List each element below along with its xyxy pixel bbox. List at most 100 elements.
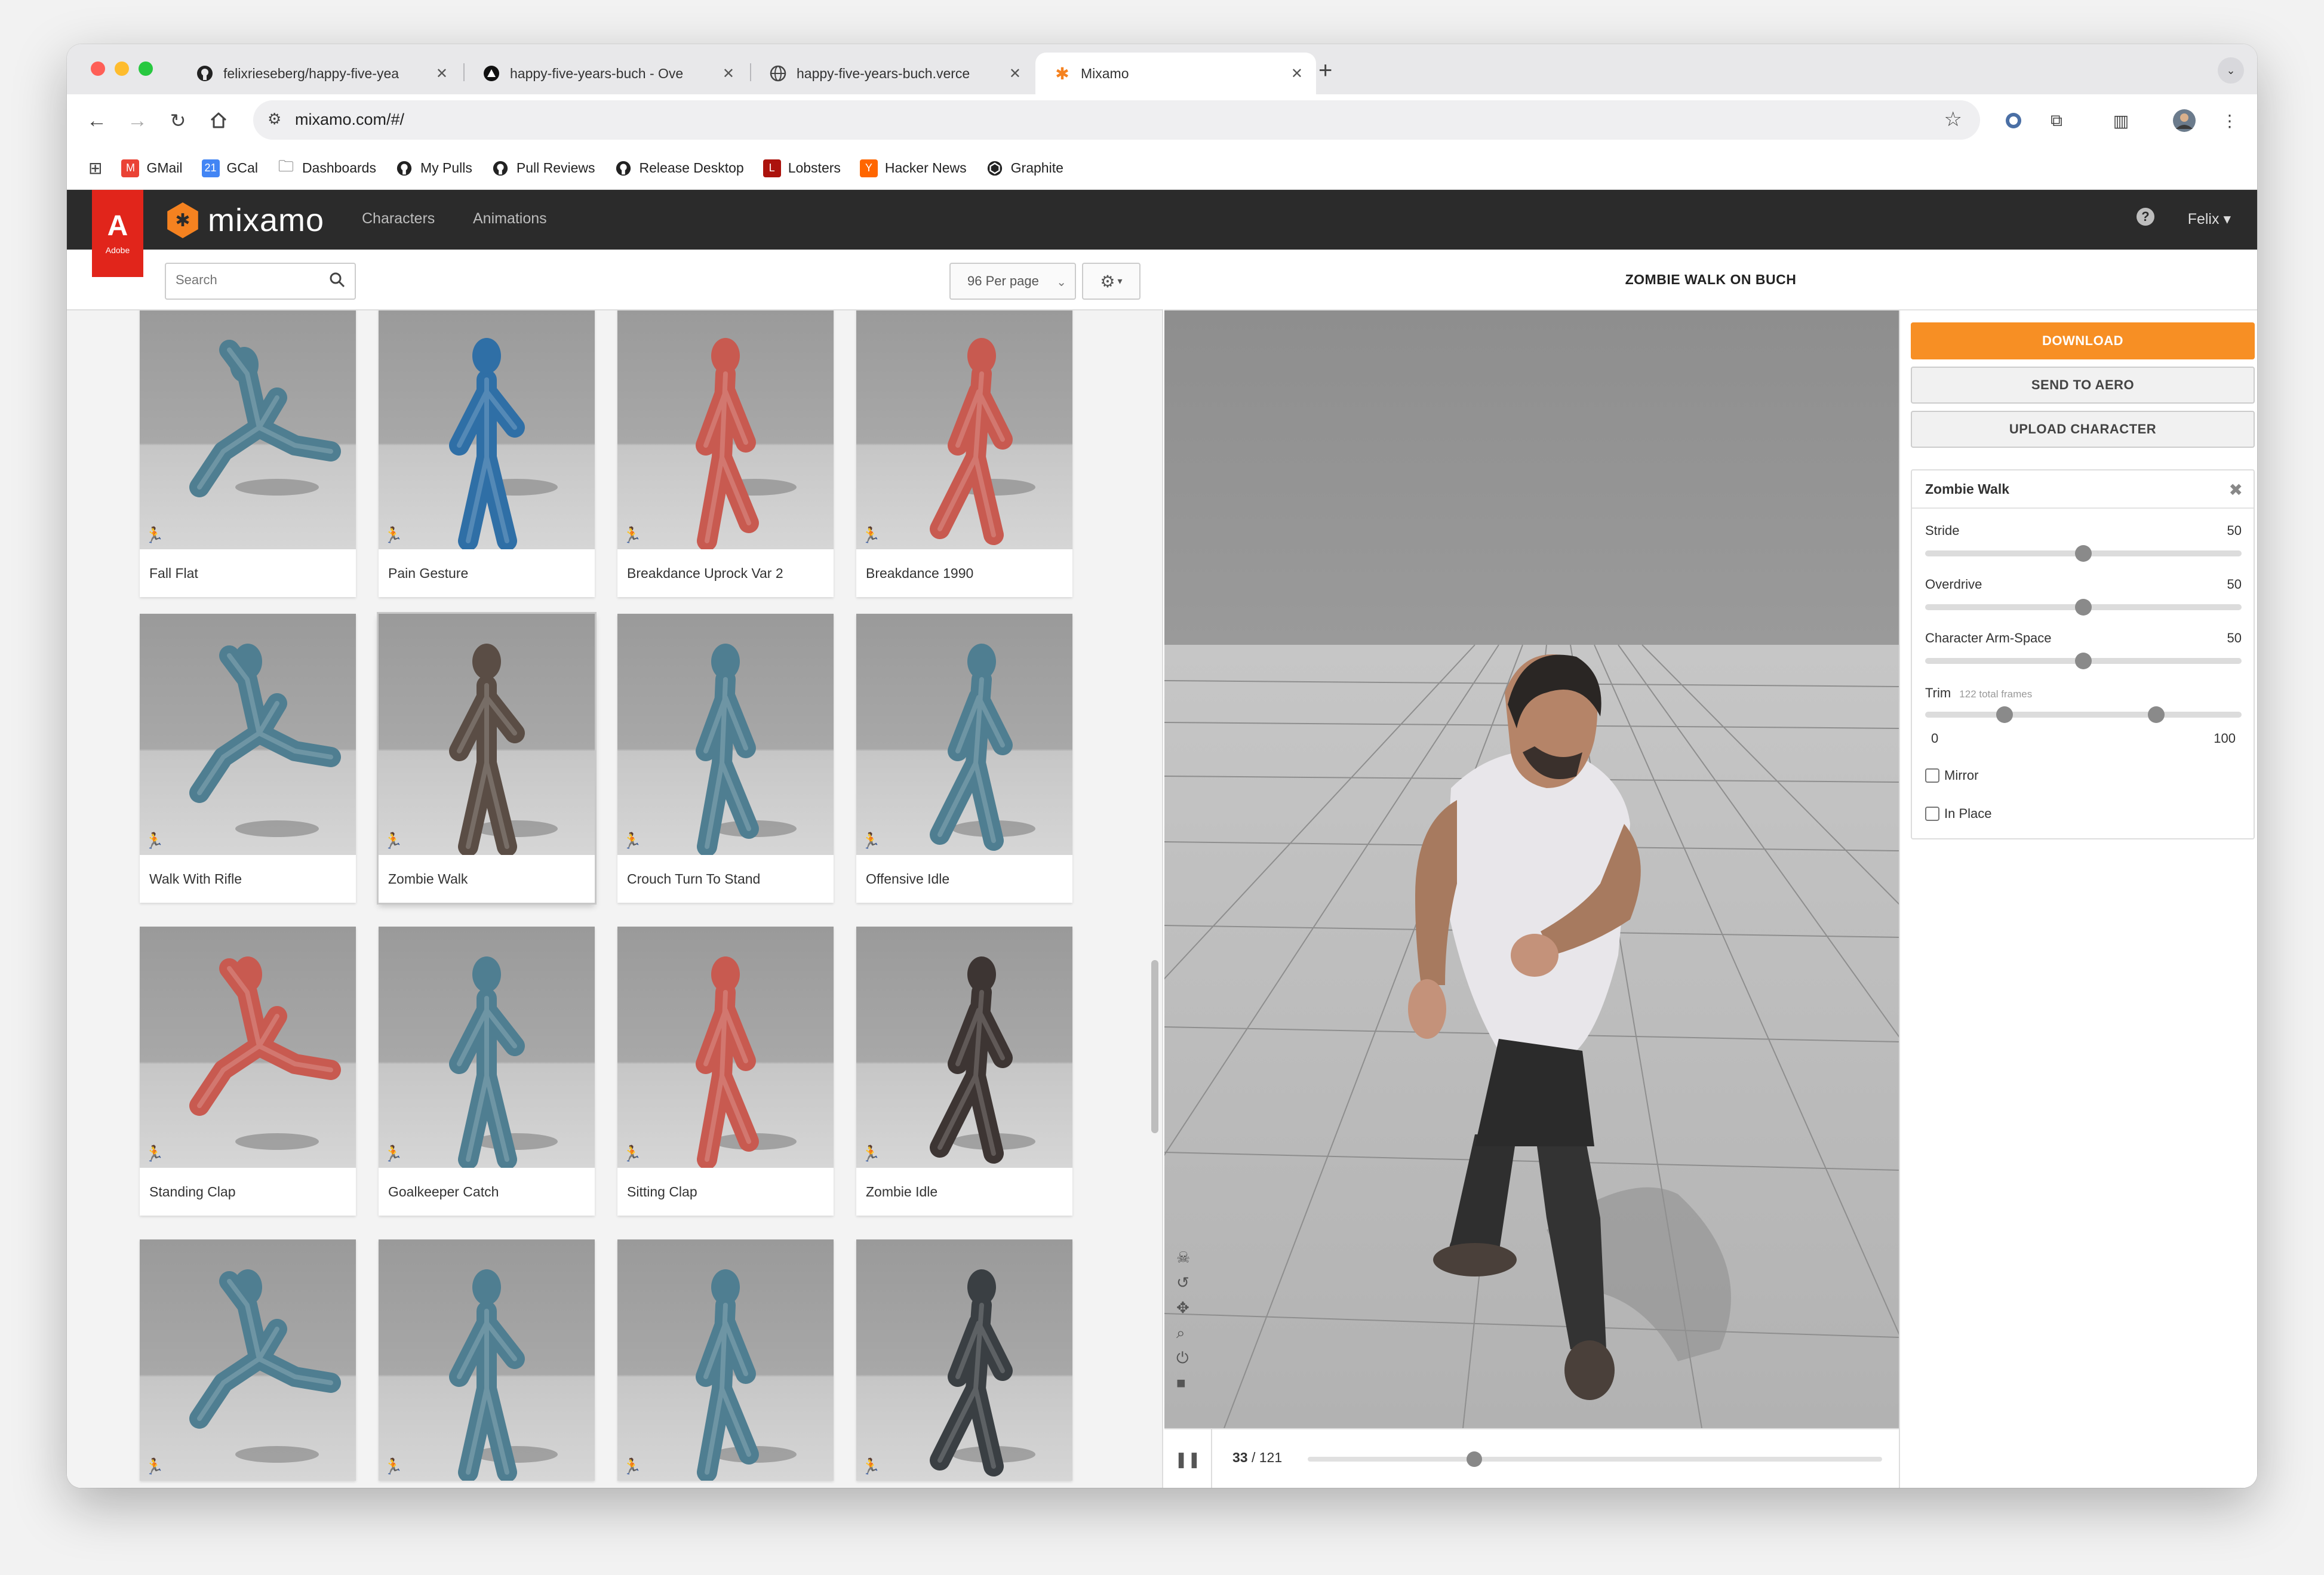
bookmark-dashboards[interactable]: 🗀 Dashboards [277, 157, 376, 177]
nav-characters[interactable]: Characters [362, 210, 435, 227]
download-button[interactable]: DOWNLOAD [1911, 322, 2255, 359]
home-button[interactable] [203, 105, 234, 136]
close-tab-icon[interactable]: ✕ [1009, 65, 1021, 82]
stride-slider[interactable] [1925, 545, 2242, 562]
trim-start-handle[interactable] [1996, 706, 2013, 723]
trim-end-handle[interactable] [2147, 706, 2165, 723]
bookmark-graphite[interactable]: Graphite [986, 159, 1063, 177]
animation-card[interactable]: 🏃 Standing Clap [140, 927, 356, 1216]
upload-character-button[interactable]: UPLOAD CHARACTER [1911, 411, 2255, 448]
extensions-puzzle-icon[interactable]: ⧉ [2043, 107, 2070, 134]
animation-card[interactable]: 🏃 Breakdance Uprock Var 2 [617, 310, 834, 597]
search-icon[interactable] [328, 271, 346, 292]
bookmark-release-desktop[interactable]: Release Desktop [614, 159, 744, 177]
camera-icon[interactable]: ■ [1176, 1374, 1190, 1391]
checkbox[interactable] [1925, 768, 1939, 783]
animation-card[interactable]: 🏃 [140, 1239, 356, 1481]
mixamo-logo[interactable]: ✱ mixamo [165, 202, 324, 239]
new-tab-button[interactable]: + [1318, 57, 1332, 84]
reset-view-icon[interactable]: ↺ [1176, 1274, 1190, 1291]
address-bar[interactable]: ⚙ mixamo.com/#/ ☆ [253, 100, 1980, 140]
bookmark-gmail[interactable]: M GMail [121, 159, 183, 177]
animation-card[interactable]: 🏃 Zombie Idle [856, 927, 1072, 1216]
slider-handle[interactable] [2075, 545, 2092, 562]
browser-window: felixrieseberg/happy-five-yea ✕ happy-fi… [67, 44, 2257, 1488]
vercel-icon [482, 64, 500, 82]
overdrive-slider[interactable] [1925, 599, 2242, 616]
pause-button[interactable]: ❚❚ [1164, 1429, 1212, 1488]
back-button[interactable]: ← [81, 105, 112, 136]
github-icon [614, 159, 632, 177]
site-settings-icon[interactable]: ⚙ [268, 110, 281, 128]
tab-vercel[interactable]: happy-five-years-buch - Ove ✕ [465, 53, 748, 94]
bookmark-my-pulls[interactable]: My Pulls [395, 159, 472, 177]
animation-card[interactable]: 🏃 Sitting Clap [617, 927, 834, 1216]
bookmark-pull-reviews[interactable]: Pull Reviews [491, 159, 595, 177]
reload-button[interactable]: ↻ [162, 105, 193, 136]
close-tab-icon[interactable]: ✕ [723, 65, 734, 82]
close-tab-icon[interactable]: ✕ [1291, 65, 1303, 82]
trim-slider[interactable] [1925, 706, 2242, 723]
checkbox[interactable] [1925, 807, 1939, 821]
bookmark-star-icon[interactable]: ☆ [1944, 107, 1962, 131]
forward-button[interactable]: → [122, 105, 153, 136]
animation-card-label: Crouch Turn To Stand [627, 870, 761, 887]
animation-type-icon: 🏃 [861, 832, 881, 850]
zoom-icon[interactable]: ⌕ [1176, 1324, 1190, 1341]
user-menu[interactable]: Felix ▾ [2188, 210, 2231, 228]
slider-handle[interactable] [2075, 599, 2092, 616]
tab-github[interactable]: felixrieseberg/happy-five-yea ✕ [178, 53, 461, 94]
animation-card[interactable]: 🏃 Fall Flat [140, 310, 356, 597]
minimize-window-button[interactable] [115, 61, 129, 76]
animation-card[interactable]: 🏃 Pain Gesture [379, 310, 595, 597]
power-icon[interactable]: ⏻ [1176, 1349, 1190, 1366]
timeline-slider[interactable] [1308, 1451, 1882, 1467]
tab-title: happy-five-years-buch - Ove [510, 65, 684, 81]
animation-card[interactable]: 🏃 Zombie Walk [379, 614, 595, 903]
close-icon[interactable]: ✖ [2229, 480, 2243, 500]
profile-avatar[interactable] [2171, 107, 2197, 134]
settings-dropdown[interactable]: ⚙ ▾ [1082, 263, 1141, 300]
arm-space-slider[interactable] [1925, 653, 2242, 669]
tab-mixamo[interactable]: ✱ Mixamo ✕ [1035, 53, 1316, 94]
skull-icon[interactable]: ☠ [1176, 1249, 1190, 1266]
animation-card[interactable]: 🏃 Goalkeeper Catch [379, 927, 595, 1216]
extension-icon[interactable] [2000, 107, 2027, 134]
animation-card[interactable]: 🏃 [617, 1239, 834, 1481]
animation-card[interactable]: 🏃 Crouch Turn To Stand [617, 614, 834, 903]
zoom-window-button[interactable] [139, 61, 153, 76]
animation-card[interactable]: 🏃 Breakdance 1990 [856, 310, 1072, 597]
close-window-button[interactable] [91, 61, 105, 76]
animation-card[interactable]: 🏃 [856, 1239, 1072, 1481]
animation-card[interactable]: 🏃 Walk With Rifle [140, 614, 356, 903]
search-input[interactable] [176, 272, 319, 288]
move-icon[interactable]: ✥ [1176, 1299, 1190, 1316]
browser-menu-icon[interactable]: ⋮ [2217, 107, 2243, 134]
bookmark-hacker-news[interactable]: Y Hacker News [859, 159, 967, 177]
viewport-controls: ☠ ↺ ✥ ⌕ ⏻ ■ [1176, 1249, 1190, 1399]
adobe-logo[interactable]: A Adobe [92, 190, 143, 277]
tab-search-button[interactable]: ⌄ [2218, 57, 2244, 84]
animation-card[interactable]: 🏃 Offensive Idle [856, 614, 1072, 903]
bookmark-gcal[interactable]: 21 GCal [201, 159, 258, 177]
animation-card[interactable]: 🏃 [379, 1239, 595, 1481]
apps-button[interactable]: ⊞ [88, 158, 102, 178]
animation-card-label: Fall Flat [149, 565, 198, 581]
character-figure [696, 644, 797, 855]
send-to-aero-button[interactable]: SEND TO AERO [1911, 367, 2255, 404]
in-place-checkbox[interactable]: In Place [1925, 806, 1992, 822]
bookmark-lobsters[interactable]: L Lobsters [763, 159, 841, 177]
side-panel-icon[interactable]: ▥ [2108, 107, 2134, 134]
mirror-checkbox[interactable]: Mirror [1925, 768, 1978, 783]
tab-deployment[interactable]: happy-five-years-buch.verce ✕ [751, 53, 1034, 94]
per-page-select[interactable]: 96 Per page ⌄ [949, 263, 1076, 300]
animation-thumbnail: 🏃 [617, 310, 834, 549]
slider-handle[interactable] [2075, 653, 2092, 669]
close-tab-icon[interactable]: ✕ [436, 65, 448, 82]
timeline-handle[interactable] [1466, 1451, 1482, 1467]
3d-viewport[interactable]: ☠ ↺ ✥ ⌕ ⏻ ■ [1164, 310, 1899, 1428]
help-icon[interactable]: ? [2137, 208, 2154, 226]
nav-animations[interactable]: Animations [473, 210, 547, 227]
animation-settings-card: Zombie Walk ✖ Stride 50 Overdrive 50 Charac… [1911, 469, 2255, 839]
library-scrollbar[interactable] [1151, 960, 1158, 1133]
